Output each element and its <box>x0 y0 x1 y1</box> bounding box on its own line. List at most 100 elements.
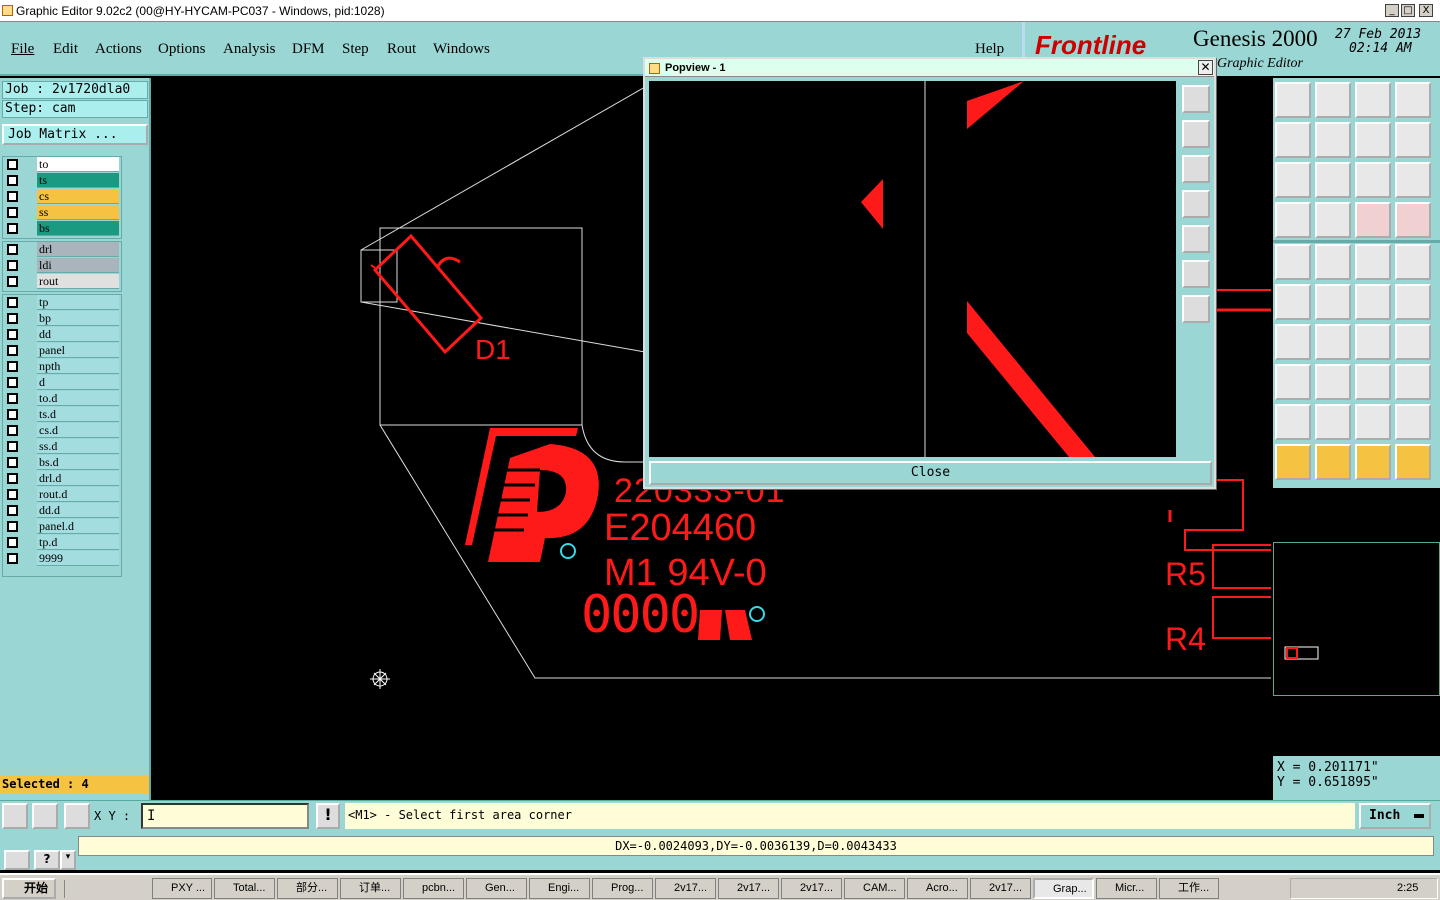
layer-row[interactable]: ldi <box>4 258 119 273</box>
select-icon[interactable] <box>1275 444 1311 480</box>
taskbar-item[interactable]: Total... <box>214 878 275 899</box>
query-icon[interactable] <box>1395 162 1431 198</box>
layer-name[interactable]: cs <box>37 189 119 204</box>
layer-checkbox[interactable] <box>7 223 18 234</box>
layer-row[interactable]: npth <box>4 359 119 374</box>
print-icon[interactable] <box>4 850 30 870</box>
taskbar-item[interactable]: Prog... <box>592 878 653 899</box>
pad-add-icon[interactable] <box>1275 244 1311 280</box>
compare-icon[interactable] <box>1355 122 1391 158</box>
text-c-icon[interactable] <box>1395 404 1431 440</box>
layer-checkbox[interactable] <box>7 297 18 308</box>
taskbar-item[interactable]: PXY ... <box>152 878 212 899</box>
layer-up-icon[interactable] <box>1355 202 1391 238</box>
popview-close-button[interactable]: Close <box>649 461 1212 485</box>
snap-grid-icon[interactable] <box>64 803 90 829</box>
maximize-button[interactable]: □ <box>1401 4 1415 17</box>
xy-input[interactable]: I <box>141 803 309 829</box>
quicklaunch-icons[interactable] <box>64 880 144 898</box>
layer-name[interactable]: panel.d <box>37 519 119 534</box>
line-add-icon[interactable] <box>1315 244 1351 280</box>
scale-icon[interactable] <box>1355 162 1391 198</box>
layer-name[interactable]: dd <box>37 327 119 342</box>
layer-checkbox[interactable] <box>7 521 18 532</box>
layer-row[interactable]: to.d <box>4 391 119 406</box>
measure-box-icon[interactable] <box>1355 364 1391 400</box>
layer-row[interactable]: ts.d <box>4 407 119 422</box>
menu-analysis[interactable]: Analysis <box>223 41 276 58</box>
ruler-icon[interactable] <box>1355 244 1391 280</box>
taskbar-item[interactable]: pcbn... <box>403 878 464 899</box>
layer-name[interactable]: tp.d <box>37 535 119 550</box>
zoom-window-icon[interactable] <box>1395 82 1431 118</box>
pop-zoom-in-icon[interactable] <box>1182 260 1210 288</box>
warn-a-icon[interactable] <box>1275 404 1311 440</box>
layer-checkbox[interactable] <box>7 244 18 255</box>
redraw-icon[interactable] <box>1395 122 1431 158</box>
menu-dfm[interactable]: DFM <box>292 41 325 58</box>
menu-rout[interactable]: Rout <box>387 41 416 58</box>
taskbar-item[interactable]: 2v17... <box>718 878 779 899</box>
layer-row[interactable]: drl <box>4 242 119 257</box>
help-icon[interactable]: ? <box>34 850 60 870</box>
layer-row[interactable]: dd <box>4 327 119 342</box>
layer-checkbox[interactable] <box>7 191 18 202</box>
menu-step[interactable]: Step <box>342 41 369 58</box>
layer-name[interactable]: drl <box>37 242 119 257</box>
menu-actions[interactable]: Actions <box>95 41 142 58</box>
slope-icon[interactable] <box>1315 324 1351 360</box>
layer-checkbox[interactable] <box>7 260 18 271</box>
filter-icon[interactable] <box>1275 202 1311 238</box>
measure-icon[interactable] <box>32 803 58 829</box>
pop-zoom-fit-icon[interactable] <box>1182 85 1210 113</box>
layer-name[interactable]: to.d <box>37 391 119 406</box>
zoom-area-icon[interactable] <box>2 803 28 829</box>
menu-windows[interactable]: Windows <box>433 41 490 58</box>
layer-name[interactable]: panel <box>37 343 119 358</box>
layer-name[interactable]: 9999 <box>37 551 119 566</box>
start-button[interactable]: 开始 <box>2 878 56 899</box>
dropdown-icon[interactable]: ▾ <box>60 850 76 870</box>
pop-pan-right-icon[interactable] <box>1182 225 1210 253</box>
taskbar-item[interactable]: Acro... <box>907 878 968 899</box>
layer-name[interactable]: bp <box>37 311 119 326</box>
layer-checkbox[interactable] <box>7 425 18 436</box>
layer-row[interactable]: drl.d <box>4 471 119 486</box>
zoom-left-icon[interactable] <box>1275 122 1311 158</box>
layer-checkbox[interactable] <box>7 409 18 420</box>
layer-checkbox[interactable] <box>7 276 18 287</box>
pop-pan-up-icon[interactable] <box>1182 120 1210 148</box>
job-matrix-button[interactable]: Job Matrix ... <box>2 124 148 145</box>
layer-name[interactable]: d <box>37 375 119 390</box>
taskbar-item[interactable]: Grap... <box>1033 878 1094 899</box>
pop-pan-down-icon[interactable] <box>1182 155 1210 183</box>
trim-icon[interactable] <box>1315 364 1351 400</box>
close-window-button[interactable]: X <box>1419 4 1433 17</box>
taskbar-item[interactable]: CAM... <box>844 878 905 899</box>
layer-row[interactable]: ss <box>4 205 119 220</box>
layer-name[interactable]: cs.d <box>37 423 119 438</box>
alert-icon[interactable]: ! <box>316 803 340 829</box>
arc-icon[interactable] <box>1355 324 1391 360</box>
layer-row[interactable]: ts <box>4 173 119 188</box>
center-icon[interactable] <box>1315 162 1351 198</box>
layer-row[interactable]: to <box>4 157 119 172</box>
layer-row[interactable]: 9999 <box>4 551 119 566</box>
layer-checkbox[interactable] <box>7 313 18 324</box>
menu-edit[interactable]: Edit <box>53 41 78 58</box>
layer-checkbox[interactable] <box>7 345 18 356</box>
layer-name[interactable]: ss <box>37 205 119 220</box>
taskbar-item[interactable]: Gen... <box>466 878 527 899</box>
split-icon[interactable] <box>1395 324 1431 360</box>
layer-name[interactable]: rout.d <box>37 487 119 502</box>
cross-icon[interactable] <box>1315 284 1351 320</box>
circle-add-icon[interactable] <box>1395 244 1431 280</box>
pop-pan-left-icon[interactable] <box>1182 190 1210 218</box>
layer-checkbox[interactable] <box>7 159 18 170</box>
layer-checkbox[interactable] <box>7 329 18 340</box>
layer-name[interactable]: ts <box>37 173 119 188</box>
popview-canvas[interactable] <box>649 81 1176 457</box>
fit-icon[interactable] <box>1275 162 1311 198</box>
layer-checkbox[interactable] <box>7 207 18 218</box>
layer-name[interactable]: bs <box>37 221 119 236</box>
